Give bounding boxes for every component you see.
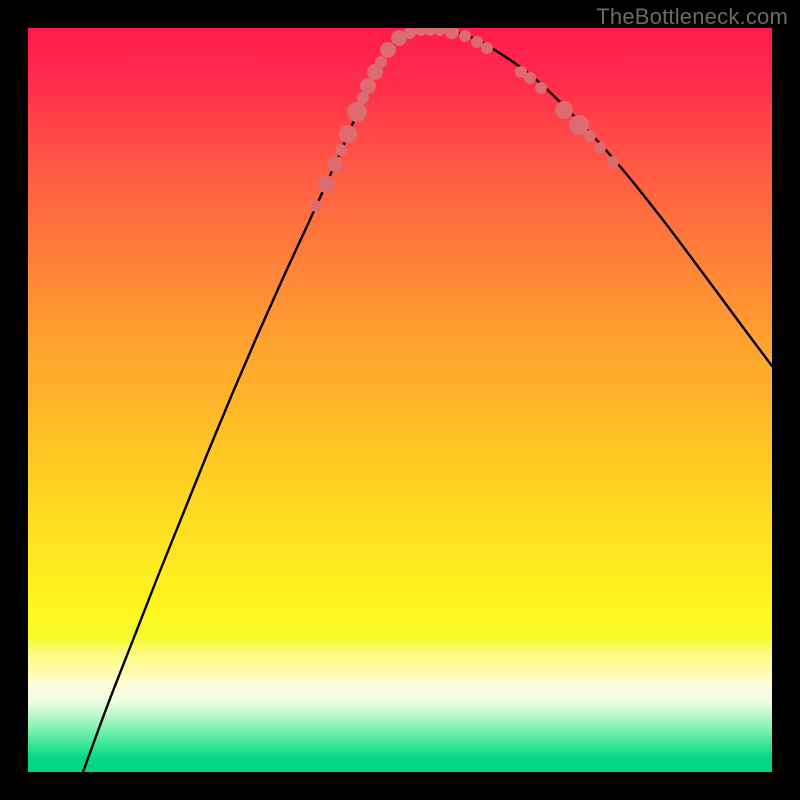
marker-dot — [445, 28, 459, 39]
marker-dot — [434, 28, 446, 36]
marker-dot — [380, 42, 396, 58]
marker-dot — [594, 142, 606, 154]
highlight-dots — [310, 28, 619, 212]
bottleneck-curve — [83, 29, 772, 772]
marker-dot — [471, 36, 483, 48]
curve-layer — [28, 28, 772, 772]
marker-dot — [607, 156, 619, 168]
plot-area — [28, 28, 772, 772]
chart-frame: TheBottleneck.com — [0, 0, 800, 800]
marker-dot — [375, 56, 387, 68]
marker-dot — [481, 42, 493, 54]
marker-dot — [524, 72, 536, 84]
watermark-text: TheBottleneck.com — [596, 4, 788, 30]
marker-dot — [327, 156, 343, 172]
marker-dot — [555, 101, 573, 119]
marker-dot — [584, 130, 596, 142]
marker-dot — [459, 30, 471, 42]
marker-dot — [310, 200, 322, 212]
marker-dot — [335, 144, 347, 156]
marker-dot — [317, 175, 335, 193]
marker-dot — [535, 82, 547, 94]
marker-dot — [360, 78, 376, 94]
marker-dot — [347, 102, 367, 122]
marker-dot — [339, 125, 357, 143]
